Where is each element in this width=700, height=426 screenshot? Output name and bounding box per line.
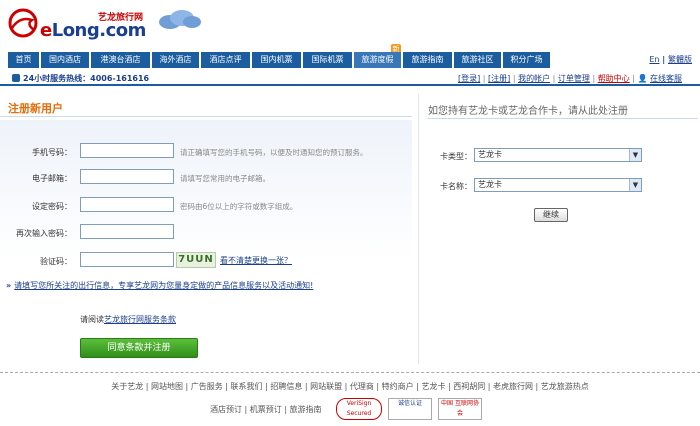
- card-type-select[interactable]: 艺龙卡 ▼: [474, 148, 642, 162]
- nav-community[interactable]: 旅游社区: [454, 52, 502, 68]
- field-captcha: 验证码： 7UUN 看不清楚更换一张？: [40, 252, 292, 268]
- password-input[interactable]: [80, 197, 174, 212]
- field-mobile: 手机号码： 请正确填写您的手机号码，以便及时通知您的预订服务。: [0, 143, 412, 159]
- terms-link[interactable]: 艺龙旅行网服务条款: [104, 315, 176, 324]
- confirm-password-input[interactable]: [80, 224, 174, 239]
- divider: [428, 118, 698, 119]
- card-type-row: 卡类型： 艺龙卡 ▼: [428, 148, 698, 163]
- help-center-link[interactable]: 帮助中心: [598, 74, 630, 83]
- card-name-select[interactable]: 艺龙卡 ▼: [474, 178, 642, 192]
- chevron-down-icon: ▼: [629, 179, 641, 191]
- footer-links[interactable]: 关于艺龙 | 网站地图 | 广告服务 | 联系我们 | 招聘信息 | 网站联盟 …: [0, 381, 700, 392]
- user-links: [登录] | [注册] | 我的帐户 | 订单管理 | 帮助中心 | 👤 在线客…: [458, 74, 682, 83]
- service-bar: 24小时服务热线：4006-161616 [登录] | [注册] | 我的帐户 …: [0, 70, 700, 86]
- mobile-input[interactable]: [80, 143, 174, 158]
- cloud-icon: [159, 10, 201, 29]
- chevron-down-icon: ▼: [629, 149, 641, 161]
- nav-travel-guide[interactable]: 旅游指南: [403, 52, 453, 68]
- nav-intl-flight[interactable]: 国际机票: [303, 52, 353, 68]
- nav-points[interactable]: 积分广场: [503, 52, 551, 68]
- divider: [0, 116, 412, 117]
- register-title: 注册新用户: [8, 102, 63, 115]
- captcha-input[interactable]: [80, 252, 174, 267]
- nav-hkmacau-hotel[interactable]: 港澳台酒店: [91, 52, 151, 68]
- nav-vacation[interactable]: 旅游度假: [354, 52, 402, 68]
- continue-button[interactable]: 继续: [534, 208, 568, 222]
- field-password: 设定密码： 密码由6位以上的字符或数字组成。: [0, 197, 412, 213]
- online-service-icon: 👤: [637, 74, 648, 83]
- card-panel-title: 如您持有艺龙卡或艺龙合作卡，请从此处注册: [428, 106, 628, 117]
- verisign-badge[interactable]: VeriSign Secured: [336, 398, 382, 420]
- my-account-link[interactable]: 我的帐户: [518, 74, 550, 83]
- online-service-link[interactable]: 在线客服: [650, 74, 682, 83]
- footer-divider: [0, 372, 700, 373]
- field-confirm-password: 再次输入密码：: [0, 224, 412, 240]
- field-email: 电子邮箱： 请填写您常用的电子邮箱。: [0, 169, 412, 185]
- trust-badge[interactable]: 诚信认证: [388, 398, 432, 420]
- hotline: 24小时服务热线：4006-161616: [12, 73, 149, 84]
- agree-register-button[interactable]: 同意条款并注册: [80, 338, 198, 358]
- nav-hotel-review[interactable]: 酒店点评: [201, 52, 251, 68]
- order-manage-link[interactable]: 订单管理: [558, 74, 590, 83]
- nav-domestic-flight[interactable]: 国内机票: [252, 52, 302, 68]
- isc-badge[interactable]: 中国 互联网协会: [438, 398, 482, 420]
- nav-domestic-hotel[interactable]: 国内酒店: [41, 52, 90, 68]
- logo-english-text: eLong.com: [40, 20, 146, 41]
- captcha-image[interactable]: 7UUN: [176, 252, 216, 268]
- register-panel: 注册新用户 手机号码： 请正确填写您的手机号码，以便及时通知您的预订服务。 电子…: [0, 94, 412, 364]
- travel-info-notice[interactable]: » 请填写您所关注的出行信息，专享艺龙网为您量身定做的产品信息服务以及活动通知!: [6, 280, 313, 291]
- register-link[interactable]: [注册]: [488, 74, 510, 83]
- main-nav: 首页 国内酒店 港澳台酒店 海外酒店 酒店点评 国内机票 国际机票 旅游度假 旅…: [0, 52, 700, 68]
- nav-overseas-hotel[interactable]: 海外酒店: [152, 52, 200, 68]
- email-input[interactable]: [80, 169, 174, 184]
- card-name-row: 卡名称： 艺龙卡 ▼: [428, 178, 698, 193]
- phone-icon: [12, 74, 20, 82]
- dragon-logo-icon: [8, 8, 38, 38]
- nav-home[interactable]: 首页: [8, 52, 40, 68]
- panel-divider: [418, 94, 419, 364]
- terms-text: 请阅读艺龙旅行网服务条款: [80, 315, 176, 324]
- login-link[interactable]: [登录]: [458, 74, 480, 83]
- elong-logo[interactable]: 艺龙旅行网 eLong.com: [6, 4, 206, 46]
- footer-links-secondary[interactable]: 酒店预订 | 机票预订 | 旅游指南: [210, 404, 322, 415]
- captcha-refresh-link[interactable]: 看不清楚更换一张？: [220, 255, 292, 266]
- double-chevron-icon: »: [6, 281, 12, 290]
- card-register-panel: 如您持有艺龙卡或艺龙合作卡，请从此处注册 卡类型： 艺龙卡 ▼ 卡名称： 艺龙卡…: [428, 94, 700, 244]
